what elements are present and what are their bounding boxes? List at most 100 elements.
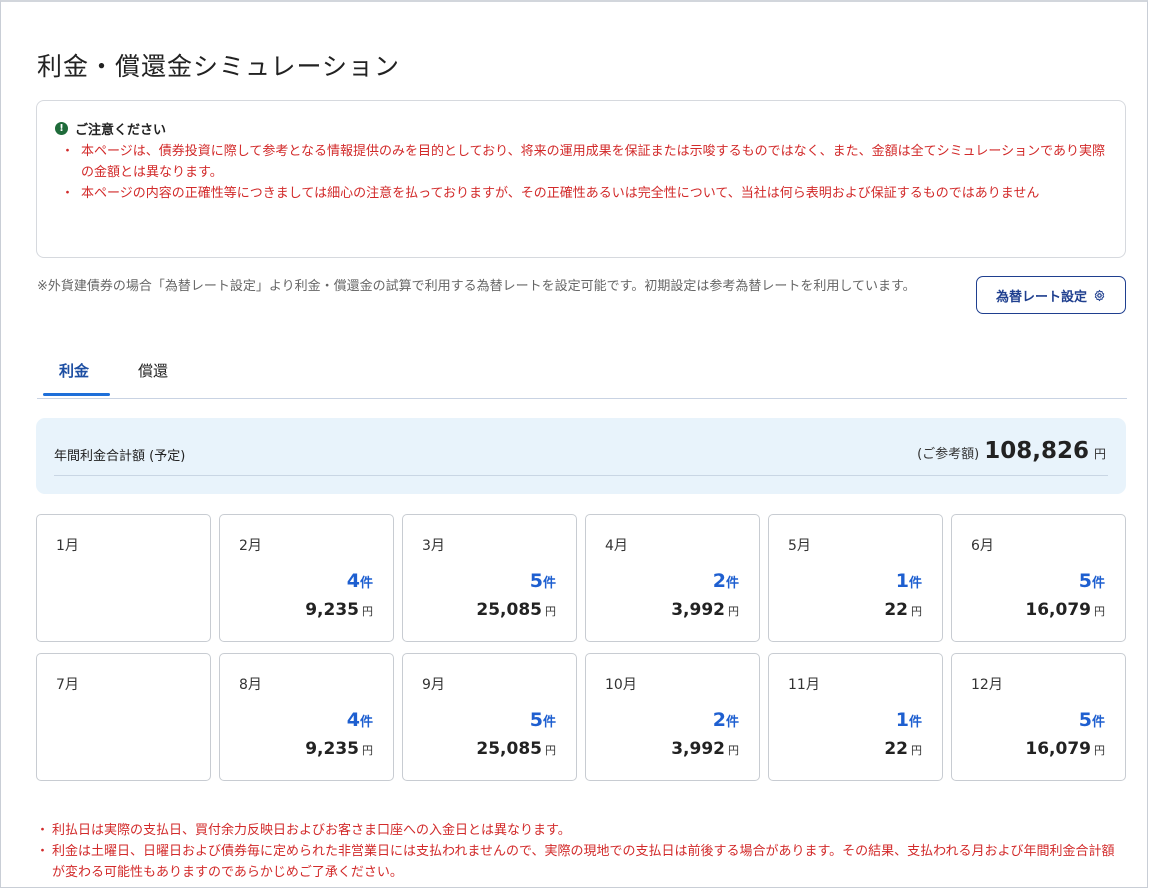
count-unit: 件: [908, 576, 922, 591]
amount-unit: 円: [728, 605, 739, 618]
exclamation-icon: !: [55, 122, 68, 135]
month-count: 1件: [896, 709, 922, 731]
month-card: 1月: [36, 514, 211, 642]
count-value: 5: [529, 570, 543, 592]
month-amount: 3,992 円: [671, 739, 739, 759]
month-count: 5件: [1079, 570, 1105, 592]
count-unit: 件: [725, 715, 739, 730]
month-amount: 3,992 円: [671, 600, 739, 620]
count-value: 2: [712, 570, 726, 592]
notice-item: 本ページの内容の正確性等につきましては細心の注意を払っておりますが、その正確性あ…: [55, 183, 1107, 204]
amount-unit: 円: [1094, 744, 1105, 757]
count-unit: 件: [542, 715, 556, 730]
month-label: 6月: [971, 538, 994, 554]
active-tab-indicator: [43, 393, 110, 396]
month-label: 1月: [56, 538, 79, 554]
month-count: 5件: [530, 709, 556, 731]
amount-unit: 円: [545, 744, 556, 757]
footnotes: 利払日は実際の支払日、買付余力反映日およびお客さま口座への入金日とは異なります。…: [36, 820, 1126, 883]
count-value: 4: [346, 709, 360, 731]
month-card: 12月 5件 16,079 円: [951, 653, 1126, 781]
count-value: 5: [529, 709, 543, 731]
month-label: 5月: [788, 538, 811, 554]
month-card: 8月 4件 9,235 円: [219, 653, 394, 781]
month-amount: 16,079 円: [1025, 739, 1105, 759]
amount-value: 3,992: [671, 739, 725, 759]
month-card: 3月 5件 25,085 円: [402, 514, 577, 642]
amount-unit: 円: [545, 605, 556, 618]
month-card: 7月: [36, 653, 211, 781]
month-label: 3月: [422, 538, 445, 554]
month-card: 5月 1件 22 円: [768, 514, 943, 642]
amount-value: 25,085: [476, 739, 542, 759]
month-card: 11月 1件 22 円: [768, 653, 943, 781]
month-label: 8月: [239, 677, 262, 693]
amount-unit: 円: [728, 744, 739, 757]
amount-value: 22: [884, 600, 908, 620]
count-unit: 件: [359, 576, 373, 591]
amount-value: 25,085: [476, 600, 542, 620]
count-value: 2: [712, 709, 726, 731]
tab-redemption[interactable]: 償還: [138, 360, 168, 395]
month-amount: 16,079 円: [1025, 600, 1105, 620]
amount-unit: 円: [911, 744, 922, 757]
month-count: 2件: [713, 709, 739, 731]
summary-prefix: (ご参考額): [917, 447, 980, 462]
count-unit: 件: [1091, 576, 1105, 591]
month-amount: 22 円: [884, 739, 922, 759]
notice-title: ご注意ください: [75, 123, 167, 138]
month-label: 10月: [605, 677, 637, 693]
amount-value: 9,235: [305, 600, 359, 620]
amount-value: 16,079: [1025, 600, 1091, 620]
summary-label: 年間利金合計額 (予定): [54, 449, 186, 464]
summary-amount: 108,826: [984, 438, 1089, 464]
month-count: 2件: [713, 570, 739, 592]
fx-rate-settings-button[interactable]: 為替レート設定: [976, 276, 1126, 314]
count-value: 5: [1078, 570, 1092, 592]
page-title: 利金・償還金シミュレーション: [37, 51, 401, 81]
count-value: 5: [1078, 709, 1092, 731]
month-amount: 9,235 円: [305, 739, 373, 759]
amount-unit: 円: [362, 744, 373, 757]
month-card: 10月 2件 3,992 円: [585, 653, 760, 781]
month-amount: 25,085 円: [476, 600, 556, 620]
summary-divider: [54, 475, 1108, 476]
notice-item: 本ページは、債券投資に際して参考となる情報提供のみを目的としており、将来の運用成…: [55, 141, 1107, 183]
month-amount: 25,085 円: [476, 739, 556, 759]
count-unit: 件: [908, 715, 922, 730]
footnote-item: 利払日は実際の支払日、買付余力反映日およびお客さま口座への入金日とは異なります。: [36, 820, 1126, 841]
month-label: 9月: [422, 677, 445, 693]
month-grid: 1月 2月 4件 9,235 円 3月 5件 25,085 円 4月 2件 3,99…: [36, 514, 1126, 781]
amount-value: 22: [884, 739, 908, 759]
month-label: 2月: [239, 538, 262, 554]
count-value: 1: [895, 709, 909, 731]
month-card: 6月 5件 16,079 円: [951, 514, 1126, 642]
count-unit: 件: [542, 576, 556, 591]
month-label: 7月: [56, 677, 79, 693]
notice-box: ! ご注意ください 本ページは、債券投資に際して参考となる情報提供のみを目的とし…: [36, 100, 1126, 258]
month-card: 4月 2件 3,992 円: [585, 514, 760, 642]
month-label: 11月: [788, 677, 820, 693]
amount-value: 9,235: [305, 739, 359, 759]
count-value: 4: [346, 570, 360, 592]
notice-list: 本ページは、債券投資に際して参考となる情報提供のみを目的としており、将来の運用成…: [55, 141, 1107, 204]
amount-value: 3,992: [671, 600, 725, 620]
month-card: 9月 5件 25,085 円: [402, 653, 577, 781]
notice-heading: ! ご注意ください: [55, 119, 1107, 138]
footnote-item: 利金は土曜日、日曜日および債券毎に定められた非営業日には支払われませんので、実際…: [36, 841, 1126, 883]
month-count: 4件: [347, 709, 373, 731]
month-count: 4件: [347, 570, 373, 592]
annual-interest-summary: 年間利金合計額 (予定) (ご参考額) 108,826 円: [36, 418, 1126, 494]
amount-unit: 円: [362, 605, 373, 618]
count-unit: 件: [1091, 715, 1105, 730]
month-amount: 9,235 円: [305, 600, 373, 620]
month-card: 2月 4件 9,235 円: [219, 514, 394, 642]
month-count: 5件: [1079, 709, 1105, 731]
tab-bar: 利金 償還: [37, 348, 1127, 399]
month-label: 4月: [605, 538, 628, 554]
fx-rate-settings-label: 為替レート設定: [995, 288, 1087, 304]
month-amount: 22 円: [884, 600, 922, 620]
tab-interest[interactable]: 利金: [59, 360, 89, 395]
gear-icon: [1094, 289, 1105, 301]
summary-value: (ご参考額) 108,826 円: [917, 438, 1106, 464]
